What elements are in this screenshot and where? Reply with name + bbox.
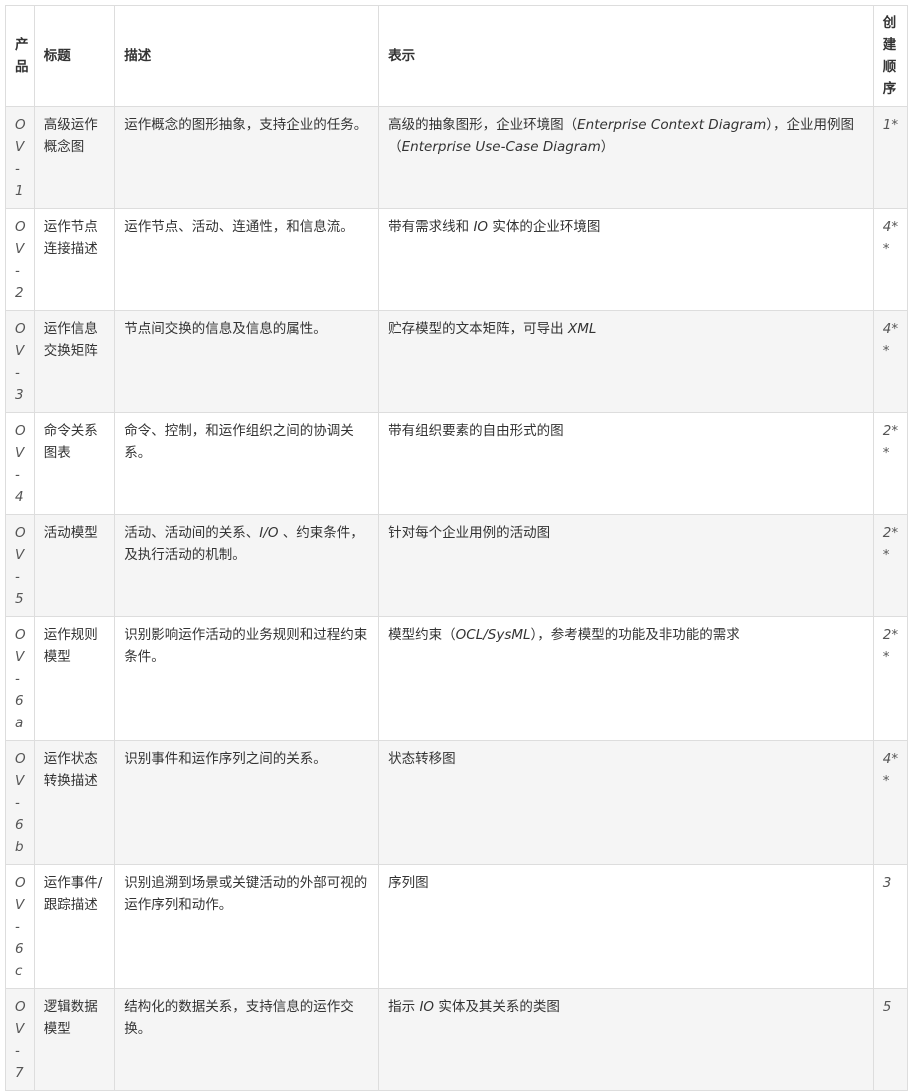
cell-representation: 高级的抽象图形，企业环境图（Enterprise Context Diagram… — [378, 106, 874, 209]
header-creation-order: 创建顺序 — [872, 5, 909, 107]
header-row: 产品 标题 描述 表示 创建顺序 — [5, 5, 909, 107]
representation-fragment: OCL/SysML — [455, 627, 531, 643]
table-row: OV-4 命令关系图表 命令、控制，和运作组织之间的协调关系。 带有组织要素的自由形式… — [5, 412, 909, 515]
cell-creation-order: 3 — [872, 864, 909, 989]
table-row: OV-6c 运作事件/跟踪描述 识别追溯到场景或关键活动的外部可视的运作序列和动作。… — [5, 864, 909, 989]
cell-description: 识别事件和运作序列之间的关系。 — [114, 740, 380, 865]
representation-fragment: 贮存模型的文本矩阵，可导出 — [388, 321, 568, 337]
header-title: 标题 — [33, 5, 116, 107]
header-product: 产品 — [5, 5, 35, 107]
representation-fragment: 模型约束（ — [388, 627, 456, 643]
cell-representation: 指示 IO 实体及其关系的类图 — [378, 988, 874, 1091]
cell-creation-order: 1* — [872, 106, 909, 209]
representation-fragment: IO — [473, 219, 489, 235]
description-fragment: I/O — [259, 525, 279, 541]
cell-representation: 模型约束（OCL/SysML），参考模型的功能及非功能的需求 — [378, 616, 874, 741]
cell-title: 高级运作概念图 — [33, 106, 116, 209]
representation-fragment: IO — [419, 999, 435, 1015]
cell-title: 逻辑数据模型 — [33, 988, 116, 1091]
cell-creation-order: 4** — [872, 310, 909, 413]
cell-product-id: OV-6a — [5, 616, 35, 741]
table-header: 产品 标题 描述 表示 创建顺序 — [5, 5, 909, 107]
table-row: OV-1 高级运作概念图 运作概念的图形抽象，支持企业的任务。 高级的抽象图形，企业环… — [5, 106, 909, 209]
table-row: OV-2 运作节点连接描述 运作节点、活动、连通性，和信息流。 带有需求线和 IO 实… — [5, 208, 909, 311]
header-description: 描述 — [114, 5, 380, 107]
cell-creation-order: 2** — [872, 616, 909, 741]
cell-product-id: OV-3 — [5, 310, 35, 413]
representation-fragment: XML — [567, 321, 597, 337]
cell-description: 运作概念的图形抽象，支持企业的任务。 — [114, 106, 380, 209]
cell-description: 结构化的数据关系，支持信息的运作交换。 — [114, 988, 380, 1091]
cell-description: 活动、活动间的关系、I/O 、约束条件，及执行活动的机制。 — [114, 514, 380, 617]
representation-fragment: 针对每个企业用例的活动图 — [388, 525, 551, 541]
representation-fragment: Enterprise Use-Case Diagram — [401, 139, 601, 155]
representation-fragment: Enterprise Context Diagram — [577, 117, 767, 133]
cell-representation: 状态转移图 — [378, 740, 874, 865]
cell-title: 运作信息交换矩阵 — [33, 310, 116, 413]
table-body: OV-1 高级运作概念图 运作概念的图形抽象，支持企业的任务。 高级的抽象图形，企业环… — [5, 106, 909, 1091]
representation-fragment: 实体的企业环境图 — [488, 219, 601, 235]
cell-representation: 针对每个企业用例的活动图 — [378, 514, 874, 617]
cell-title: 运作事件/跟踪描述 — [33, 864, 116, 989]
cell-representation: 序列图 — [378, 864, 874, 989]
cell-representation: 贮存模型的文本矩阵，可导出 XML — [378, 310, 874, 413]
cell-creation-order: 2** — [872, 514, 909, 617]
cell-title: 命令关系图表 — [33, 412, 116, 515]
representation-fragment: 状态转移图 — [388, 751, 456, 767]
cell-product-id: OV-5 — [5, 514, 35, 617]
cell-description: 运作节点、活动、连通性，和信息流。 — [114, 208, 380, 311]
cell-representation: 带有组织要素的自由形式的图 — [378, 412, 874, 515]
representation-fragment: ），参考模型的功能及非功能的需求 — [530, 627, 740, 643]
cell-description: 识别影响运作活动的业务规则和过程约束条件。 — [114, 616, 380, 741]
representation-fragment: 序列图 — [388, 875, 429, 891]
table-row: OV-6b 运作状态转换描述 识别事件和运作序列之间的关系。 状态转移图 4** — [5, 740, 909, 865]
cell-creation-order: 5 — [872, 988, 909, 1091]
representation-fragment: 带有需求线和 — [388, 219, 474, 235]
representation-fragment: 高级的抽象图形，企业环境图（ — [388, 117, 578, 133]
table-row: OV-5 活动模型 活动、活动间的关系、I/O 、约束条件，及执行活动的机制。 针对每… — [5, 514, 909, 617]
description-fragment: 活动、活动间的关系、 — [124, 525, 260, 541]
cell-creation-order: 4** — [872, 740, 909, 865]
cell-creation-order: 4** — [872, 208, 909, 311]
representation-fragment: 实体及其关系的类图 — [434, 999, 560, 1015]
cell-product-id: OV-2 — [5, 208, 35, 311]
header-representation: 表示 — [378, 5, 874, 107]
cell-product-id: OV-4 — [5, 412, 35, 515]
cell-representation: 带有需求线和 IO 实体的企业环境图 — [378, 208, 874, 311]
table-row: OV-6a 运作规则模型 识别影响运作活动的业务规则和过程约束条件。 模型约束（OCL… — [5, 616, 909, 741]
ov-products-table: 产品 标题 描述 表示 创建顺序 OV-1 高级运作概念图 运作概念的图形抽象，支持… — [5, 5, 909, 1091]
cell-product-id: OV-6b — [5, 740, 35, 865]
representation-fragment: 指示 — [388, 999, 420, 1015]
cell-title: 运作规则模型 — [33, 616, 116, 741]
table-row: OV-3 运作信息交换矩阵 节点间交换的信息及信息的属性。 贮存模型的文本矩阵，可导出… — [5, 310, 909, 413]
representation-fragment: ） — [600, 139, 615, 155]
table-row: OV-7 逻辑数据模型 结构化的数据关系，支持信息的运作交换。 指示 IO 实体及其关… — [5, 988, 909, 1091]
cell-product-id: OV-6c — [5, 864, 35, 989]
cell-title: 活动模型 — [33, 514, 116, 617]
cell-product-id: OV-7 — [5, 988, 35, 1091]
cell-title: 运作状态转换描述 — [33, 740, 116, 865]
cell-product-id: OV-1 — [5, 106, 35, 209]
cell-description: 识别追溯到场景或关键活动的外部可视的运作序列和动作。 — [114, 864, 380, 989]
cell-creation-order: 2** — [872, 412, 909, 515]
cell-description: 节点间交换的信息及信息的属性。 — [114, 310, 380, 413]
cell-title: 运作节点连接描述 — [33, 208, 116, 311]
representation-fragment: 带有组织要素的自由形式的图 — [388, 423, 564, 439]
cell-description: 命令、控制，和运作组织之间的协调关系。 — [114, 412, 380, 515]
